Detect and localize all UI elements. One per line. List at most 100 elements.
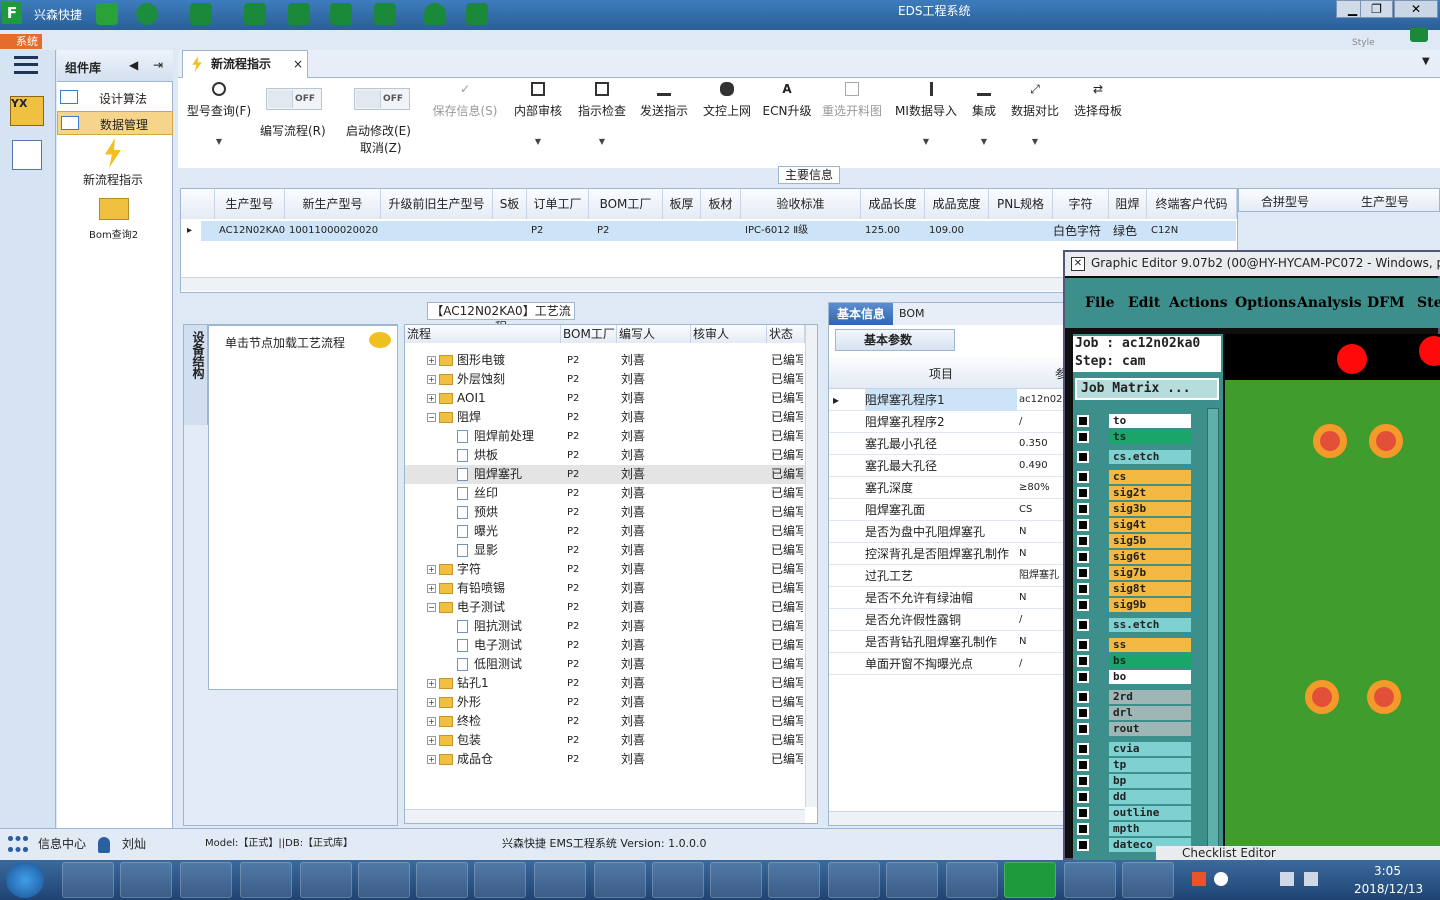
tree-row[interactable]: 预烘 P2 刘喜 已编写 xyxy=(405,503,805,522)
column-header[interactable]: 成品长度 xyxy=(861,189,925,219)
layer-row[interactable]: sig7b xyxy=(1077,566,1192,580)
layer-row[interactable]: 2rd xyxy=(1077,690,1192,704)
layer-checkbox[interactable] xyxy=(1077,415,1089,427)
table-cell[interactable]: 10011000020020 xyxy=(285,221,378,241)
layer-checkbox[interactable] xyxy=(1077,639,1089,651)
taskbar-eds-icon[interactable] xyxy=(1004,862,1056,898)
layer-row[interactable]: tp xyxy=(1077,758,1192,772)
pin-icon[interactable]: ⇥ xyxy=(153,58,163,72)
layer-checkbox[interactable] xyxy=(1077,451,1089,463)
param-row[interactable]: ▸ 阻焊塞孔程序1 ac12n02 xyxy=(829,389,1067,411)
layer-checkbox[interactable] xyxy=(1077,823,1089,835)
table-cell[interactable]: P2 xyxy=(593,221,609,241)
lightning-icon[interactable] xyxy=(105,138,121,168)
tree-node[interactable]: 阻焊塞孔 xyxy=(457,465,522,484)
save-info-button[interactable]: ✓ 保存信息(S) xyxy=(430,82,500,162)
menu-icon[interactable] xyxy=(14,56,38,74)
column-header[interactable]: 生产型号 xyxy=(215,189,285,219)
param-row[interactable]: 过孔工艺 阻焊塞孔 xyxy=(829,565,1067,587)
tree-node[interactable]: 电子测试 xyxy=(457,636,522,655)
tree-row[interactable]: + 终检 P2 刘喜 已编写 xyxy=(405,712,805,731)
tree-node[interactable]: 曝光 xyxy=(457,522,498,541)
launcher-bom-query[interactable]: Bom查询2 xyxy=(89,226,138,241)
column-header[interactable]: 项目 xyxy=(929,365,953,382)
layer-row[interactable]: sig4t xyxy=(1077,518,1192,532)
column-header[interactable]: 订单工厂 xyxy=(527,189,589,219)
column-header[interactable]: 流程 xyxy=(405,325,561,343)
subtab-basic-params[interactable]: 基本参数 xyxy=(835,329,955,351)
layer-row[interactable]: bs xyxy=(1077,654,1192,668)
tree-row[interactable]: + 成品仓 P2 刘喜 已编写 xyxy=(405,750,805,769)
taskbar-save-icon[interactable] xyxy=(120,862,172,898)
tree-row[interactable]: + 外层蚀刻 P2 刘喜 已编写 xyxy=(405,370,805,389)
param-value[interactable]: ac12n02 xyxy=(1019,389,1062,411)
expand-icon[interactable]: + xyxy=(427,717,436,726)
table-cell[interactable]: IPC-6012 Ⅱ级 xyxy=(741,221,808,241)
column-header[interactable]: 终端客户代码 xyxy=(1147,189,1237,219)
taskbar-excel-icon[interactable] xyxy=(474,862,526,898)
layer-checkbox[interactable] xyxy=(1077,671,1089,683)
param-value[interactable]: 0.490 xyxy=(1019,455,1048,477)
query-button[interactable]: 型号查询(F) ▼ xyxy=(184,82,254,162)
expand-icon[interactable]: + xyxy=(427,375,436,384)
help-icon[interactable] xyxy=(1214,872,1228,886)
param-value[interactable]: CS xyxy=(1019,499,1032,521)
taskbar-word-icon[interactable] xyxy=(828,862,880,898)
column-header[interactable]: 字符 xyxy=(1053,189,1109,219)
start-modify-toggle[interactable]: OFF 启动修改(E) 取消(Z) xyxy=(344,82,422,162)
taskbar-excel-icon[interactable] xyxy=(300,862,352,898)
tree-row[interactable]: 低阻测试 P2 刘喜 已编写 xyxy=(405,655,805,674)
tree-node[interactable]: − 电子测试 xyxy=(427,598,505,617)
phone-icon[interactable] xyxy=(1410,28,1428,42)
menu-analysis[interactable]: Analysis xyxy=(1297,295,1362,311)
collapse-icon[interactable]: − xyxy=(427,603,436,612)
param-row[interactable]: 是否为盘中孔阻焊塞孔 N xyxy=(829,521,1067,543)
search-icon[interactable] xyxy=(96,3,118,25)
edit-flow-toggle[interactable]: OFF 编写流程(R) xyxy=(260,82,338,162)
lifebuoy-icon[interactable] xyxy=(136,3,158,25)
taskbar-excel-icon[interactable] xyxy=(358,862,410,898)
column-header[interactable]: 合拼型号 xyxy=(1261,193,1309,210)
table-cell[interactable]: P2 xyxy=(527,221,543,241)
menu-dfm[interactable]: DFM xyxy=(1367,295,1405,311)
tree-node[interactable]: + 有铅喷锡 xyxy=(427,579,505,598)
param-value[interactable]: 0.350 xyxy=(1019,433,1048,455)
layer-checkbox[interactable] xyxy=(1077,599,1089,611)
horizontal-scrollbar[interactable] xyxy=(829,811,1067,825)
close-button[interactable]: ✕ xyxy=(1394,0,1438,18)
tree-row[interactable]: 丝印 P2 刘喜 已编写 xyxy=(405,484,805,503)
tree-node[interactable]: + 包装 xyxy=(427,731,481,750)
layer-row[interactable]: dd xyxy=(1077,790,1192,804)
taskbar-app-icon[interactable] xyxy=(946,862,998,898)
layer-checkbox[interactable] xyxy=(1077,839,1089,851)
layer-row[interactable]: cs.etch xyxy=(1077,450,1192,464)
restore-button[interactable]: ❐ xyxy=(1360,0,1393,18)
layer-row[interactable]: to xyxy=(1077,414,1192,428)
layer-row[interactable]: bp xyxy=(1077,774,1192,788)
user-icon[interactable] xyxy=(424,3,446,25)
column-header[interactable]: 升级前旧生产型号 xyxy=(381,189,493,219)
tree-node[interactable]: 预烘 xyxy=(457,503,498,522)
tree-node[interactable]: + 字符 xyxy=(427,560,481,579)
param-row[interactable]: 是否不允许有绿油帽 N xyxy=(829,587,1067,609)
tree-node[interactable]: 低阻测试 xyxy=(457,655,522,674)
menu-edit[interactable]: Edit xyxy=(1128,295,1160,311)
clock-date[interactable]: 2018/12/13 xyxy=(1354,882,1423,896)
layer-row[interactable]: bo xyxy=(1077,670,1192,684)
vertical-scrollbar[interactable] xyxy=(805,325,817,807)
layer-checkbox[interactable] xyxy=(1077,487,1089,499)
layer-checkbox[interactable] xyxy=(1077,723,1089,735)
layer-row[interactable]: sig6t xyxy=(1077,550,1192,564)
taskbar-app-icon[interactable] xyxy=(240,862,292,898)
layer-row[interactable]: mpth xyxy=(1077,822,1192,836)
param-row[interactable]: 控深背孔是否阻焊塞孔制作 N xyxy=(829,543,1067,565)
param-row[interactable]: 塞孔深度 ≥80% xyxy=(829,477,1067,499)
column-header[interactable]: 状态 xyxy=(767,325,805,343)
volume-icon[interactable] xyxy=(1304,872,1318,886)
param-row[interactable]: 是否背钻孔阻焊塞孔制作 N xyxy=(829,631,1067,653)
layer-row[interactable]: ss.etch xyxy=(1077,618,1192,632)
param-row[interactable]: 塞孔最小孔径 0.350 xyxy=(829,433,1067,455)
grid-icon[interactable] xyxy=(374,3,396,25)
layer-row[interactable]: ss xyxy=(1077,638,1192,652)
network-icon[interactable] xyxy=(1280,872,1294,886)
